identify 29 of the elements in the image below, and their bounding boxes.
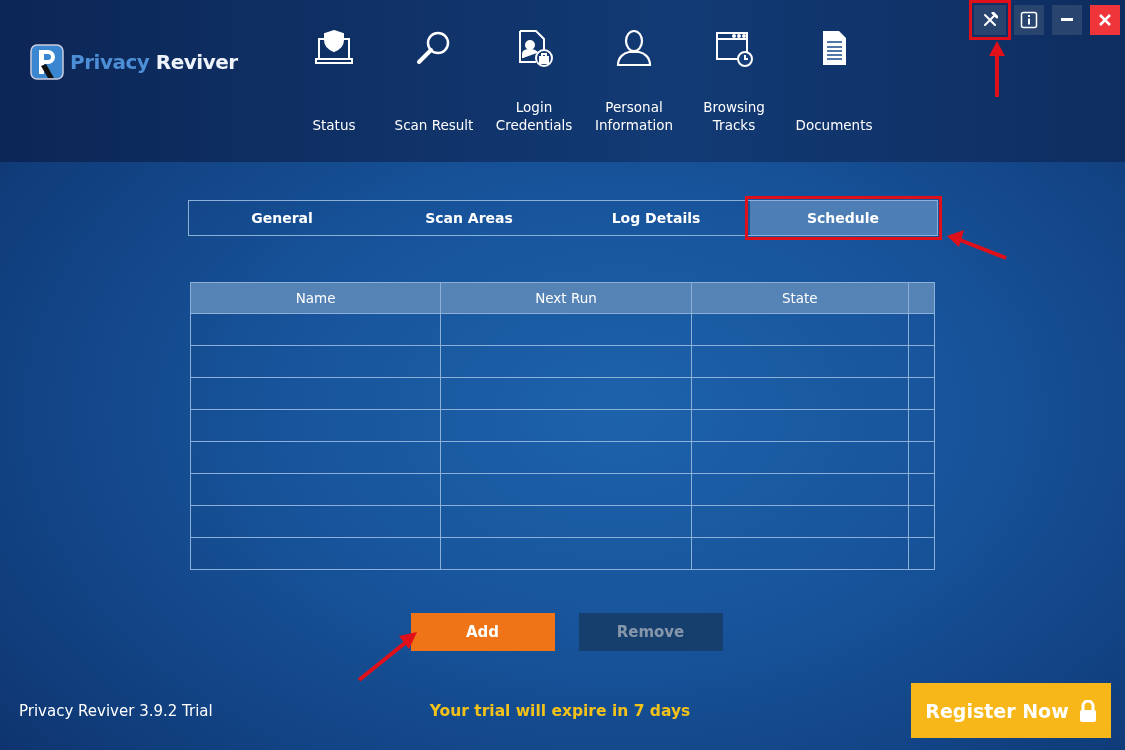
- minimize-icon: [1061, 18, 1073, 22]
- nav-item[interactable]: Scan Result: [394, 116, 474, 134]
- tab[interactable]: Schedule: [749, 201, 937, 235]
- nav-item[interactable]: Documents: [795, 116, 873, 134]
- trial-notice: Your trial will expire in 7 days: [428, 701, 692, 720]
- info-icon: [1020, 11, 1038, 29]
- info-button[interactable]: [1014, 5, 1044, 35]
- version-label: Privacy Reviver 3.9.2 Trial: [19, 701, 214, 720]
- arrow-icon: [357, 630, 419, 682]
- column-header: Name: [190, 282, 441, 314]
- logo-icon: [30, 44, 64, 80]
- nav-item[interactable]: Status: [312, 116, 356, 134]
- nav-item[interactable]: Login Credentials: [495, 98, 573, 134]
- close-icon: [1099, 14, 1111, 26]
- tab[interactable]: Log Details: [562, 201, 750, 235]
- tab[interactable]: Scan Areas: [375, 201, 563, 235]
- close-button[interactable]: [1090, 5, 1120, 35]
- arrow-icon: [988, 40, 1006, 98]
- app-logo-text: Privacy Reviver: [70, 50, 238, 74]
- column-header: Next Run: [440, 282, 692, 314]
- tools-icon: [982, 12, 998, 28]
- column-header: State: [691, 282, 909, 314]
- nav-item[interactable]: Personal Information: [594, 98, 674, 134]
- lock-icon: [1078, 699, 1097, 722]
- tab[interactable]: General: [188, 201, 376, 235]
- arrow-icon: [946, 228, 1008, 260]
- nav-item[interactable]: Browsing Tracks: [703, 98, 765, 134]
- minimize-button[interactable]: [1052, 5, 1082, 35]
- person-icon[interactable]: [614, 28, 654, 68]
